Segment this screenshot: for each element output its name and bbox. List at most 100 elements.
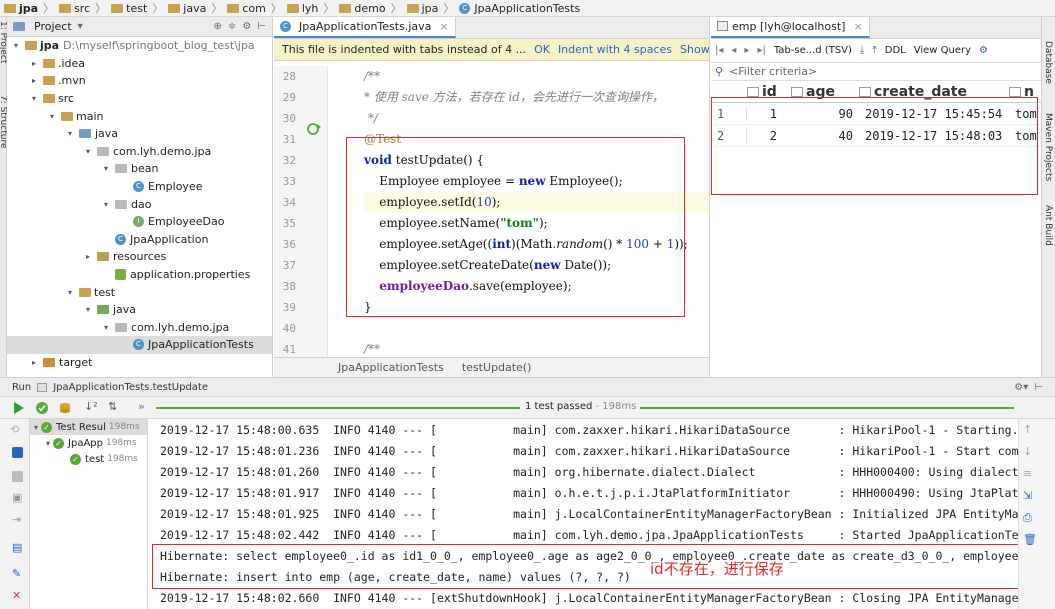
test-tree-method[interactable]: ✓ test 198ms <box>30 451 147 467</box>
tree-item[interactable]: ▾ com.lyh.demo.jpa <box>7 143 272 161</box>
tree-item[interactable]: ▾ jpa D:\myself\springboot_blog_test\jpa <box>7 37 272 55</box>
soft-wrap-icon[interactable]: ≡ <box>1023 467 1032 480</box>
run-config-tab[interactable]: JpaApplicationTests.testUpdate <box>53 382 208 393</box>
rerun-icon[interactable] <box>13 402 25 414</box>
print-icon[interactable]: ⎙ <box>1023 511 1032 525</box>
breadcrumb-item[interactable]: java <box>168 2 206 15</box>
breadcrumb-item[interactable]: lyh <box>286 2 318 15</box>
expand-arrow-icon[interactable]: ▾ <box>83 147 93 156</box>
close-tab-icon[interactable]: × <box>439 20 448 33</box>
filter-input[interactable]: <Filter criteria> <box>729 65 817 78</box>
tree-item[interactable]: ▾ com.lyh.demo.jpa <box>7 319 272 337</box>
breadcrumb-item[interactable]: C JpaApplicationTests <box>459 2 580 15</box>
pin-icon[interactable]: ✎ <box>12 567 21 580</box>
show-passed-icon[interactable] <box>35 401 49 415</box>
expand-arrow-icon[interactable]: ▸ <box>29 76 39 85</box>
notif-settings-link[interactable]: Show Settings <box>680 43 709 56</box>
db-settings-icon[interactable]: ⚙ <box>979 45 988 56</box>
view-query-button[interactable]: View Query <box>914 45 971 56</box>
db-tab-active[interactable]: emp [lyh@localhost] × <box>711 17 870 38</box>
settings-icon[interactable]: ⚙ <box>242 21 251 32</box>
export-icon[interactable]: ⤓ <box>860 45 864 56</box>
collapse-icon[interactable]: ≑ <box>228 21 236 32</box>
editor-crumb-class[interactable]: JpaApplicationTests <box>338 361 444 374</box>
nav-next-icon[interactable]: ▸ <box>744 45 749 56</box>
import-icon[interactable]: ⤒ <box>872 45 876 56</box>
nav-first-icon[interactable]: |◂ <box>715 45 723 56</box>
expand-arrow-icon[interactable]: ▸ <box>83 252 93 261</box>
pause-icon[interactable] <box>12 471 23 482</box>
notif-indent-link[interactable]: Indent with 4 spaces <box>558 43 672 56</box>
close-db-tab-icon[interactable]: × <box>853 20 862 33</box>
breadcrumb-item[interactable]: jpa <box>406 2 438 15</box>
more-icon[interactable]: » <box>138 400 145 413</box>
breadcrumb-item[interactable]: jpa <box>4 2 38 15</box>
dump-icon[interactable]: ▣ <box>12 491 22 504</box>
breadcrumb-item[interactable]: demo <box>339 2 386 15</box>
tree-item[interactable]: I EmployeeDao <box>7 213 272 231</box>
run-settings-icon[interactable]: ⚙▾ <box>1014 382 1028 393</box>
breadcrumb-item[interactable]: src <box>59 2 90 15</box>
tree-item[interactable]: ▾ test <box>7 283 272 301</box>
database-tool-tab[interactable]: Database <box>1043 41 1053 84</box>
test-tree-class[interactable]: ▾ ✓ JpaApp 198ms <box>30 435 147 451</box>
tree-item[interactable]: ▾ dao <box>7 195 272 213</box>
scroll-down-icon[interactable]: ↓ <box>1023 445 1032 458</box>
ddl-button[interactable]: DDL <box>885 45 906 56</box>
toggle-icon[interactable]: ⟲ <box>10 423 19 436</box>
tree-item[interactable]: ▾ java <box>7 301 272 319</box>
nav-prev-icon[interactable]: ◂ <box>731 45 736 56</box>
breadcrumb-item[interactable]: com <box>227 2 266 15</box>
tree-item[interactable]: ▸ target <box>7 354 272 372</box>
test-tree-root[interactable]: ▾ ✓ Test Resul 198ms <box>30 419 147 435</box>
notif-ok-link[interactable]: OK <box>534 43 550 56</box>
tree-item[interactable]: ▸ .idea <box>7 55 272 73</box>
project-panel-title[interactable]: Project <box>34 20 72 33</box>
expand-arrow-icon[interactable]: ▾ <box>29 94 39 103</box>
stop-icon[interactable] <box>12 447 23 458</box>
clear-icon[interactable]: 🗑 <box>1023 533 1037 546</box>
editor-tab-active[interactable]: C JpaApplicationTests.java × <box>274 17 456 38</box>
run-test-icon[interactable] <box>306 121 322 137</box>
expand-arrow-icon[interactable]: ▾ <box>101 164 111 173</box>
tree-item[interactable]: ▸ .mvn <box>7 72 272 90</box>
scroll-end-icon[interactable]: ⇲ <box>1023 489 1032 502</box>
expand-arrow-icon[interactable]: ▾ <box>47 112 57 121</box>
expand-arrow-icon[interactable]: ▾ <box>101 323 111 332</box>
expand-arrow-icon[interactable]: ▾ <box>65 129 75 138</box>
editor-crumb-method[interactable]: testUpdate() <box>462 361 532 374</box>
expand-arrow-icon[interactable]: ▸ <box>29 59 39 68</box>
expand-arrow-icon[interactable]: ▾ <box>101 200 111 209</box>
nav-last-icon[interactable]: ▸| <box>757 45 765 56</box>
tree-item[interactable]: ▾ main <box>7 107 272 125</box>
tree-item[interactable]: ▾ src <box>7 90 272 108</box>
layout-icon[interactable]: ▤ <box>12 541 22 554</box>
expand-arrow-icon[interactable]: ▾ <box>65 288 75 297</box>
dropdown-icon[interactable]: ▾ <box>78 21 83 32</box>
exit-icon[interactable]: ⇥ <box>12 513 21 526</box>
tree-item[interactable]: ▾ java <box>7 125 272 143</box>
close-run-icon[interactable]: ✕ <box>12 589 21 602</box>
tree-item[interactable]: C JpaApplication <box>7 231 272 249</box>
sort-duration-icon[interactable]: ⇅ <box>108 400 117 413</box>
breadcrumb-item[interactable]: test <box>111 2 147 15</box>
run-hide-icon[interactable]: ⊢ <box>1034 382 1043 393</box>
console-line: 2019-12-17 15:48:01.917 INFO 4140 --- [ … <box>160 486 1018 500</box>
export-format-select[interactable]: Tab-se...d (TSV) <box>774 45 852 56</box>
hide-icon[interactable]: ⊢ <box>257 21 266 32</box>
tree-item[interactable]: ▸ resources <box>7 248 272 266</box>
sort-alpha-icon[interactable]: ↓² <box>84 400 98 413</box>
expand-arrow-icon[interactable]: ▾ <box>11 41 21 50</box>
scroll-up-icon[interactable]: ↑ <box>1023 423 1032 436</box>
show-ignored-icon[interactable] <box>58 401 72 415</box>
sync-icon[interactable]: ⊕ <box>214 21 222 32</box>
expand-arrow-icon[interactable]: ▾ <box>83 305 93 314</box>
tree-item[interactable]: C JpaApplicationTests <box>7 336 272 354</box>
db-filter-bar[interactable]: ⚲ <Filter criteria> <box>711 63 1041 81</box>
expand-arrow-icon[interactable]: ▸ <box>29 358 39 367</box>
tree-item[interactable]: application.properties <box>7 266 272 284</box>
tree-item[interactable]: C Employee <box>7 178 272 196</box>
ant-tool-tab[interactable]: Ant Build <box>1043 205 1053 246</box>
tree-item[interactable]: ▾ bean <box>7 160 272 178</box>
maven-tool-tab[interactable]: Maven Projects <box>1043 113 1053 181</box>
